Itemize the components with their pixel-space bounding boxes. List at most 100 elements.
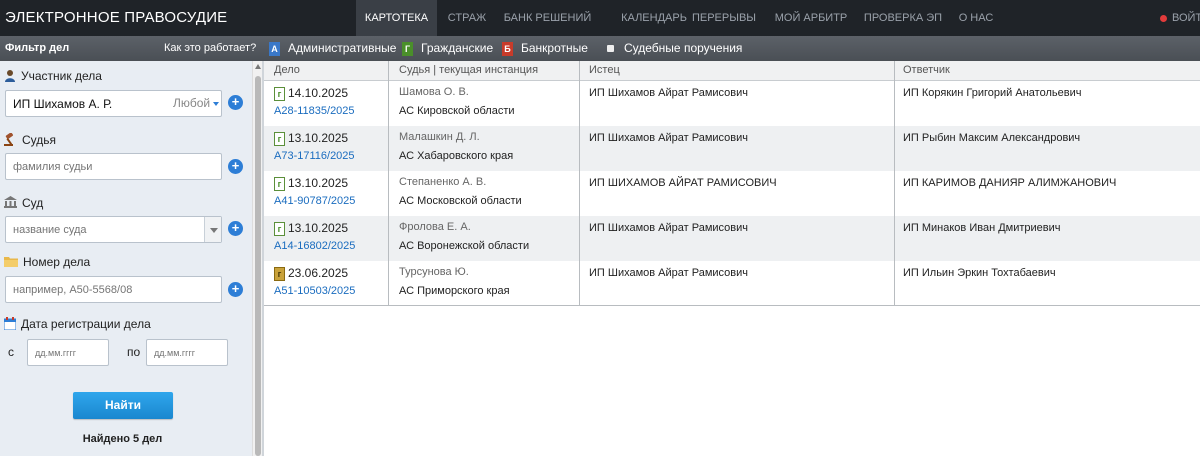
judge-name: Фролова Е. А.: [399, 221, 471, 233]
category-civil[interactable]: Г Гражданские: [402, 40, 493, 57]
participant-mode-dropdown[interactable]: Любой: [173, 96, 220, 110]
case-date: 13.10.2025: [288, 176, 349, 190]
nav-breaks[interactable]: ПЕРЕРЫВЫ: [682, 0, 766, 36]
table-row[interactable]: г 13.10.2025 А14-16802/2025 Фролова Е. А…: [264, 216, 1200, 261]
court-dropdown-arrow-icon[interactable]: [204, 217, 221, 242]
nav-about[interactable]: О НАС: [950, 0, 1002, 36]
case-number-link[interactable]: А73-17116/2025: [274, 150, 355, 162]
defendant-name: ИП Ильин Эркин Тохтабаевич: [903, 267, 1056, 279]
nav-strazh[interactable]: СТРАЖ: [437, 0, 497, 36]
table-row[interactable]: г 14.10.2025 А28-11835/2025 Шамова О. В.…: [264, 81, 1200, 126]
case-date: 14.10.2025: [288, 86, 349, 100]
category-administrative[interactable]: А Административные: [269, 40, 396, 57]
scrollbar-thumb[interactable]: [255, 76, 261, 456]
calendar-icon: [3, 317, 17, 333]
login-dot-icon: [1160, 15, 1167, 22]
sidebar-scrollbar[interactable]: [252, 61, 262, 456]
category-label: Судебные поручения: [624, 41, 743, 55]
judge-name: Малашкин Д. Л.: [399, 131, 480, 143]
participant-label: Участник дела: [4, 69, 102, 85]
judge-name: Турсунова Ю.: [399, 266, 469, 278]
court-orders-badge-icon: [607, 45, 614, 53]
column-divider: [894, 61, 895, 306]
plaintiff-name: ИП Шихамов Айрат Рамисович: [589, 132, 748, 144]
case-number-link[interactable]: А41-90787/2025: [274, 195, 355, 207]
plaintiff-name: ИП Шихамов Айрат Рамисович: [589, 222, 748, 234]
defendant-name: ИП Рыбин Максим Александрович: [903, 132, 1081, 144]
table-header: Дело Судья | текущая инстанция Истец Отв…: [264, 61, 1200, 81]
defendant-name: ИП Корякин Григорий Анатольевич: [903, 87, 1082, 99]
add-case-number-button[interactable]: +: [228, 282, 243, 297]
court-name: АС Хабаровского края: [399, 150, 514, 162]
nav-bank-decisions[interactable]: БАНК РЕШЕНИЙ: [497, 0, 598, 36]
header-defendant: Ответчик: [903, 64, 950, 76]
court-label: Суд: [4, 196, 43, 211]
category-label: Банкротные: [521, 41, 588, 55]
judge-input[interactable]: [5, 153, 222, 180]
nav-my-arbitr[interactable]: МОЙ АРБИТР: [766, 0, 856, 36]
table-row[interactable]: г 23.06.2025 А51-10503/2025 Турсунова Ю.…: [264, 261, 1200, 306]
defendant-name: ИП Минаков Иван Дмитриевич: [903, 222, 1061, 234]
case-number-link[interactable]: А28-11835/2025: [274, 105, 355, 117]
plaintiff-name: ИП Шихамов Айрат Рамисович: [589, 267, 748, 279]
civil-case-icon: г: [274, 132, 285, 146]
court-name: АС Кировской области: [399, 105, 515, 117]
header-plaintiff: Истец: [589, 64, 620, 76]
add-judge-button[interactable]: +: [228, 159, 243, 174]
defendant-name: ИП КАРИМОВ ДАНИЯР АЛИМЖАНОВИЧ: [903, 177, 1117, 189]
bankruptcy-badge-icon: Б: [502, 41, 513, 56]
case-number-link[interactable]: А51-10503/2025: [274, 285, 355, 297]
results-table: Дело Судья | текущая инстанция Истец Отв…: [262, 61, 1200, 456]
judge-label: Судья: [4, 132, 56, 149]
date-from-label: с: [8, 345, 14, 359]
table-bottom-border: [264, 305, 1200, 306]
case-date: 13.10.2025: [288, 131, 349, 145]
find-button[interactable]: Найти: [73, 392, 173, 419]
folder-icon: [4, 256, 18, 270]
registration-date-label: Дата регистрации дела: [3, 317, 151, 333]
case-number-label: Номер дела: [4, 255, 90, 270]
court-name: АС Приморского края: [399, 285, 510, 297]
nav-kartoteka[interactable]: КАРТОТЕКА: [356, 0, 437, 36]
table-row[interactable]: г 13.10.2025 А73-17116/2025 Малашкин Д. …: [264, 126, 1200, 171]
category-label: Гражданские: [421, 41, 494, 55]
login-link[interactable]: ВОЙТИ: [1172, 0, 1200, 36]
date-from-input[interactable]: [27, 339, 109, 366]
judge-name: Шамова О. В.: [399, 86, 469, 98]
court-name: АС Московской области: [399, 195, 522, 207]
add-participant-button[interactable]: +: [228, 95, 243, 110]
category-label: Административные: [288, 41, 397, 55]
nav-check-ep[interactable]: ПРОВЕРКА ЭП: [856, 0, 950, 36]
how-it-works-link[interactable]: Как это работает?: [164, 42, 256, 54]
plaintiff-name: ИП ШИХАМОВ АЙРАТ РАМИСОВИЧ: [589, 177, 777, 189]
case-date: 23.06.2025: [288, 266, 349, 280]
column-divider: [579, 61, 580, 306]
court-select[interactable]: [5, 216, 222, 243]
case-date: 13.10.2025: [288, 221, 349, 235]
filter-bar: Фильтр дел Как это работает? А Администра…: [0, 36, 1200, 61]
top-navbar: ЭЛЕКТРОННОЕ ПРАВОСУДИЕ КАРТОТЕКА СТРАЖ Б…: [0, 0, 1200, 36]
table-row[interactable]: г 13.10.2025 А41-90787/2025 Степаненко А…: [264, 171, 1200, 216]
court-name: АС Воронежской области: [399, 240, 530, 252]
scroll-up-icon[interactable]: [255, 64, 261, 69]
header-case: Дело: [274, 64, 300, 76]
civil-case-icon: г: [274, 222, 285, 236]
category-bankruptcy[interactable]: Б Банкротные: [502, 40, 588, 57]
gavel-icon: [4, 132, 17, 149]
case-number-link[interactable]: А14-16802/2025: [274, 240, 355, 252]
filter-sidebar: Участник дела ИП Шихамов А. Р. Любой + С…: [0, 61, 252, 456]
add-court-button[interactable]: +: [228, 221, 243, 236]
date-to-input[interactable]: [146, 339, 228, 366]
civil-case-archived-icon: г: [274, 267, 285, 281]
site-brand[interactable]: ЭЛЕКТРОННОЕ ПРАВОСУДИЕ: [5, 9, 227, 26]
civil-case-icon: г: [274, 177, 285, 191]
category-court-orders[interactable]: Судебные поручения: [605, 40, 742, 57]
civil-case-icon: г: [274, 87, 285, 101]
judge-name: Степаненко А. В.: [399, 176, 487, 188]
case-number-input[interactable]: [5, 276, 222, 303]
filter-title: Фильтр дел: [5, 42, 70, 54]
date-to-label: по: [127, 345, 141, 359]
civil-badge-icon: Г: [402, 41, 413, 56]
person-icon: [4, 69, 16, 85]
header-judge: Судья | текущая инстанция: [399, 64, 539, 76]
